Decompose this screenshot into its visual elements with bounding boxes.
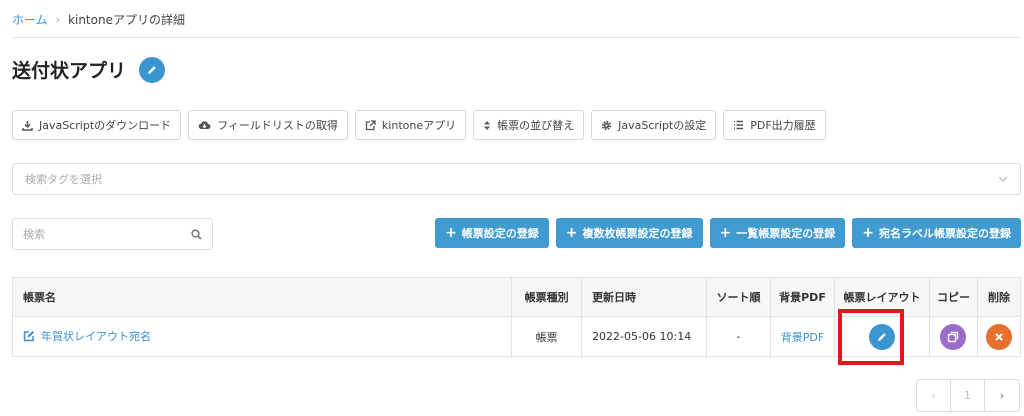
download-javascript-label: JavaScriptのダウンロード bbox=[39, 119, 172, 132]
register-label-form-label: 宛名ラベル帳票設定の登録 bbox=[879, 227, 1011, 240]
copy-button[interactable] bbox=[940, 323, 967, 350]
toolbar: JavaScriptのダウンロード フィールドリストの取得 kintoneアプリ… bbox=[12, 110, 826, 140]
pencil-icon bbox=[148, 66, 156, 74]
register-multi-form-button[interactable]: + 複数枚帳票設定の登録 bbox=[555, 218, 703, 248]
header-layout: 帳票レイアウト bbox=[833, 277, 930, 317]
table-header-row: 帳票名 帳票種別 更新日時 ソート順 背景PDF 帳票レイアウト コピー 削除 bbox=[11, 277, 1022, 317]
plus-icon: + bbox=[862, 225, 874, 241]
gear-icon bbox=[601, 120, 612, 130]
pencil-icon bbox=[877, 332, 886, 341]
cloud-download-icon bbox=[198, 120, 211, 129]
search-tag-select[interactable]: 検索タグを選択 bbox=[12, 163, 1021, 195]
form-name-cell: 年賀状レイアウト宛名 bbox=[11, 316, 513, 357]
search-box bbox=[12, 218, 213, 250]
chevron-down-icon bbox=[998, 176, 1008, 182]
background-pdf-link[interactable]: 背景PDF bbox=[781, 331, 824, 344]
register-form-label: 帳票設定の登録 bbox=[461, 227, 539, 240]
form-name-text: 年賀状レイアウト宛名 bbox=[41, 330, 151, 343]
search-icon[interactable] bbox=[191, 228, 202, 240]
breadcrumb-home-link[interactable]: ホーム bbox=[12, 11, 48, 28]
register-label-form-button[interactable]: + 宛名ラベル帳票設定の登録 bbox=[852, 218, 1021, 248]
edit-square-icon bbox=[23, 331, 34, 342]
table-row: 年賀状レイアウト宛名 帳票 2022-05-06 10:14 - 背景PDF bbox=[11, 316, 1022, 357]
updated-cell: 2022-05-06 10:14 bbox=[581, 316, 708, 357]
edit-title-button[interactable] bbox=[139, 57, 165, 83]
search-tag-placeholder: 検索タグを選択 bbox=[25, 173, 102, 186]
copy-icon bbox=[948, 331, 959, 342]
register-form-button[interactable]: + 帳票設定の登録 bbox=[435, 218, 549, 248]
download-javascript-button[interactable]: JavaScriptのダウンロード bbox=[12, 110, 182, 140]
divider bbox=[12, 37, 1021, 38]
external-link-icon bbox=[365, 119, 376, 130]
header-delete: 削除 bbox=[976, 277, 1022, 317]
form-type-cell: 帳票 bbox=[511, 316, 583, 357]
delete-button[interactable] bbox=[985, 323, 1012, 350]
sort-icon bbox=[484, 120, 491, 130]
download-icon bbox=[22, 120, 33, 131]
javascript-settings-button[interactable]: JavaScriptの設定 bbox=[591, 110, 717, 140]
pagination: ‹ 1 › bbox=[916, 379, 1020, 412]
header-background-pdf: 背景PDF bbox=[770, 277, 835, 317]
header-form-name: 帳票名 bbox=[11, 277, 513, 317]
search-input[interactable] bbox=[23, 227, 173, 241]
close-icon bbox=[995, 332, 1003, 341]
breadcrumb: ホーム › kintoneアプリの詳細 bbox=[12, 11, 185, 28]
get-field-list-button[interactable]: フィールドリストの取得 bbox=[188, 110, 348, 140]
plus-icon: + bbox=[565, 225, 578, 241]
header-updated: 更新日時 bbox=[581, 277, 708, 317]
register-list-form-button[interactable]: + 一覧帳票設定の登録 bbox=[709, 218, 846, 248]
edit-layout-button[interactable] bbox=[868, 323, 895, 350]
form-name-link[interactable]: 年賀状レイアウト宛名 bbox=[23, 328, 151, 344]
register-actions: + 帳票設定の登録 + 複数枚帳票設定の登録 + 一覧帳票設定の登録 + 宛名ラベル帳票… bbox=[435, 218, 1021, 248]
plus-icon: + bbox=[445, 225, 457, 241]
sort-forms-button[interactable]: 帳票の並び替え bbox=[473, 110, 585, 140]
list-icon bbox=[734, 120, 744, 130]
next-page-button[interactable]: › bbox=[985, 380, 1019, 411]
javascript-settings-label: JavaScriptの設定 bbox=[618, 119, 707, 132]
delete-cell bbox=[976, 316, 1022, 357]
page-number[interactable]: 1 bbox=[951, 380, 985, 411]
header-form-type: 帳票種別 bbox=[511, 277, 583, 317]
sort-forms-label: 帳票の並び替え bbox=[497, 119, 575, 132]
kintone-app-label: kintoneアプリ bbox=[381, 119, 457, 132]
prev-page-button[interactable]: ‹ bbox=[917, 380, 951, 411]
copy-cell bbox=[928, 316, 978, 357]
breadcrumb-separator: › bbox=[55, 13, 61, 26]
plus-icon: + bbox=[719, 225, 732, 241]
header-sort-order: ソート順 bbox=[706, 277, 771, 317]
kintone-app-button[interactable]: kintoneアプリ bbox=[354, 110, 467, 140]
layout-cell bbox=[833, 316, 930, 357]
register-list-form-label: 一覧帳票設定の登録 bbox=[736, 227, 836, 240]
page-title: 送付状アプリ bbox=[12, 60, 127, 82]
register-multi-form-label: 複数枚帳票設定の登録 bbox=[582, 227, 693, 240]
header-copy: コピー bbox=[928, 277, 978, 317]
pdf-history-button[interactable]: PDF出力履歴 bbox=[723, 110, 826, 140]
get-field-list-label: フィールドリストの取得 bbox=[217, 119, 338, 132]
pdf-history-label: PDF出力履歴 bbox=[750, 119, 816, 132]
sort-order-cell: - bbox=[706, 316, 771, 357]
forms-table: 帳票名 帳票種別 更新日時 ソート順 背景PDF 帳票レイアウト コピー 削除 … bbox=[11, 277, 1022, 357]
background-pdf-cell: 背景PDF bbox=[770, 316, 835, 357]
breadcrumb-current: kintoneアプリの詳細 bbox=[68, 13, 185, 27]
